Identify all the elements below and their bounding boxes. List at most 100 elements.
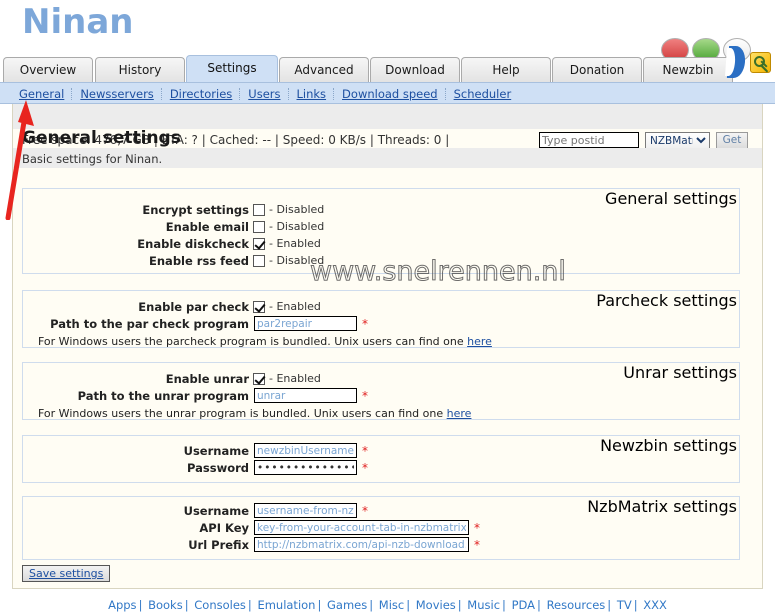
hint-unrar-text: For Windows users the unrar program is b… [38, 407, 447, 420]
row-enable-email: Enable email - Disabled [129, 218, 324, 235]
label-enable-unrar: Enable unrar [165, 371, 249, 386]
subnav-item-newsservers[interactable]: Newsservers [73, 87, 160, 101]
label-enable-diskcheck: Enable diskcheck [137, 236, 249, 251]
hint-parcheck-link[interactable]: here [467, 335, 492, 348]
checkbox-enable-diskcheck[interactable] [253, 237, 265, 250]
fieldset-newzbin-settings: Newzbin settings Username * Password * [22, 435, 740, 483]
get-button[interactable]: Get [716, 132, 748, 149]
postid-input[interactable] [539, 132, 639, 148]
state-enable-par-check: - Enabled [269, 300, 321, 313]
tab-settings[interactable]: Settings [186, 55, 278, 82]
input-newzbin-username[interactable] [254, 443, 357, 458]
footer-link-pda[interactable]: PDA [512, 598, 535, 612]
required-marker: * [362, 503, 368, 518]
status-bar [13, 104, 762, 129]
footer-link-misc[interactable]: Misc [379, 598, 404, 612]
label-par-check-path: Path to the par check program [50, 316, 249, 331]
footer-separator: | [369, 598, 374, 612]
footer-link-resources[interactable]: Resources [547, 598, 606, 612]
label-newzbin-password: Password [187, 460, 249, 475]
required-marker: * [362, 460, 368, 475]
input-par-check-path[interactable] [254, 316, 357, 331]
footer-separator: | [138, 598, 143, 612]
subnav-item-download-speed[interactable]: Download speed [335, 87, 445, 101]
save-settings-button[interactable]: Save settings [22, 565, 111, 582]
label-unrar-path: Path to the unrar program [77, 388, 249, 403]
required-marker: * [474, 520, 480, 535]
footer-separator: | [633, 598, 638, 612]
row-nzbmatrix-username: Username * [98, 502, 368, 519]
checkbox-enable-email[interactable] [253, 220, 265, 233]
subnav-item-users[interactable]: Users [241, 87, 287, 101]
row-newzbin-password: Password * [98, 459, 368, 476]
hint-parcheck: For Windows users the parcheck program i… [38, 335, 492, 348]
subnav-item-links[interactable]: Links [290, 87, 334, 101]
state-enable-unrar: - Enabled [269, 372, 321, 385]
footer-separator: | [184, 598, 189, 612]
fieldset-general-settings: General settings Encrypt settings - Disa… [22, 188, 740, 274]
fieldset-unrar-settings: Unrar settings Enable unrar - Enabled Pa… [22, 362, 740, 420]
tab-newzbin[interactable]: Newzbin [643, 57, 733, 82]
footer-link-emulation[interactable]: Emulation [257, 598, 315, 612]
app-title: Ninan [22, 2, 134, 42]
footer-separator: | [406, 598, 411, 612]
footer-separator: | [247, 598, 252, 612]
label-enable-email: Enable email [165, 219, 249, 234]
checkbox-enable-unrar[interactable] [253, 372, 265, 385]
row-enable-par-check: Enable par check - Enabled [98, 298, 321, 315]
hint-unrar: For Windows users the unrar program is b… [38, 407, 471, 420]
checkbox-enable-par-check[interactable] [253, 300, 265, 313]
page-subtitle: Basic settings for Ninan. [22, 152, 163, 166]
row-enable-diskcheck: Enable diskcheck - Enabled [129, 235, 321, 252]
tab-advanced[interactable]: Advanced [279, 57, 369, 82]
tab-overview[interactable]: Overview [3, 57, 93, 82]
hint-unrar-link[interactable]: here [447, 407, 472, 420]
footer-link-tv[interactable]: TV [617, 598, 632, 612]
input-unrar-path[interactable] [254, 388, 357, 403]
row-newzbin-username: Username * [98, 442, 368, 459]
label-newzbin-username: Username [183, 443, 249, 458]
nzb-site-select[interactable]: NZBMatrix [645, 132, 710, 149]
row-nzbmatrix-apikey: API Key * [98, 519, 480, 536]
label-nzbmatrix-apikey: API Key [199, 520, 249, 535]
input-nzbmatrix-username[interactable] [254, 503, 357, 518]
subnav-item-directories[interactable]: Directories [163, 87, 239, 101]
row-par-check-path: Path to the par check program * [38, 315, 368, 332]
tab-history[interactable]: History [95, 57, 185, 82]
row-nzbmatrix-urlprefix: Url Prefix * [98, 536, 480, 553]
fieldset-parcheck-settings: Parcheck settings Enable par check - Ena… [22, 290, 740, 348]
tab-donation[interactable]: Donation [552, 57, 642, 82]
row-enable-unrar: Enable unrar - Enabled [98, 370, 321, 387]
key-icon[interactable] [750, 52, 771, 73]
footer-separator: | [502, 598, 506, 612]
footer-link-books[interactable]: Books [148, 598, 183, 612]
footer-link-apps[interactable]: Apps [108, 598, 136, 612]
page-title: General settings [22, 128, 181, 148]
main-tabbar: Overview History Settings Advanced Downl… [0, 55, 775, 84]
page-root: Ninan Overview History Settings Advanced… [0, 0, 775, 616]
label-enable-rss-feed: Enable rss feed [149, 253, 249, 268]
subnav-item-scheduler[interactable]: Scheduler [447, 87, 519, 101]
state-enable-rss-feed: - Disabled [269, 254, 325, 267]
tab-download[interactable]: Download [370, 57, 460, 82]
subnav-item-general[interactable]: General [12, 87, 71, 101]
footer-link-games[interactable]: Games [327, 598, 367, 612]
input-newzbin-password[interactable] [254, 460, 357, 475]
input-nzbmatrix-apikey[interactable] [254, 520, 469, 535]
footer-link-consoles[interactable]: Consoles [194, 598, 246, 612]
label-enable-par-check: Enable par check [138, 299, 249, 314]
required-marker: * [362, 316, 368, 331]
row-unrar-path: Path to the unrar program * [38, 387, 368, 404]
checkbox-encrypt-settings[interactable] [253, 203, 265, 216]
tab-help[interactable]: Help [461, 57, 551, 82]
input-nzbmatrix-urlprefix[interactable] [254, 537, 469, 552]
footer-link-movies[interactable]: Movies [416, 598, 456, 612]
footer-separator: | [607, 598, 612, 612]
footer-link-xxx[interactable]: XXX [643, 598, 667, 612]
footer-link-music[interactable]: Music [467, 598, 500, 612]
footer-separator: | [457, 598, 462, 612]
row-enable-rss-feed: Enable rss feed - Disabled [129, 252, 324, 269]
label-nzbmatrix-urlprefix: Url Prefix [188, 537, 249, 552]
checkbox-enable-rss-feed[interactable] [253, 254, 265, 267]
state-encrypt-settings: - Disabled [269, 203, 325, 216]
